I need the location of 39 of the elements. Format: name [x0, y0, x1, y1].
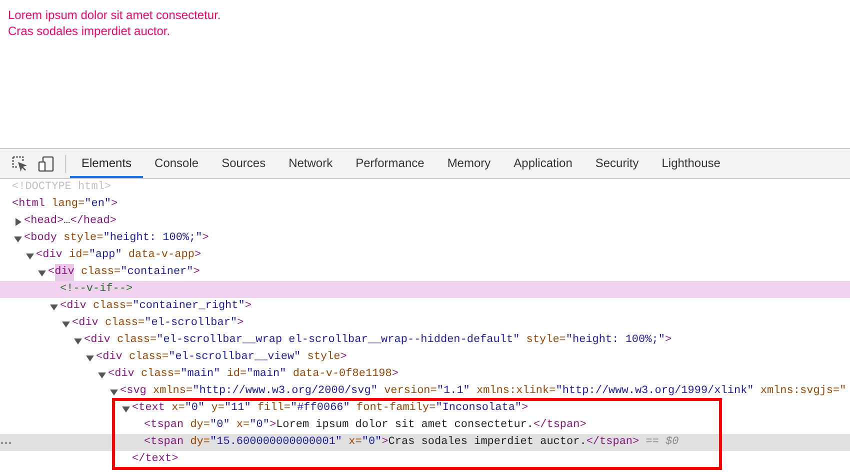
tab[interactable]: Elements [70, 149, 144, 178]
tab[interactable]: Sources [210, 149, 278, 178]
collapse-arrow-icon[interactable] [50, 302, 58, 310]
closing-tag-line[interactable]: </text> [0, 451, 850, 468]
more-icon[interactable] [1, 441, 11, 445]
collapse-arrow-icon[interactable] [74, 336, 82, 344]
inspect-icon[interactable] [12, 156, 28, 172]
collapse-arrow-icon[interactable] [62, 320, 70, 328]
tab[interactable]: Memory [436, 149, 502, 178]
dom-node-line[interactable]: <text x="0" y="11" fill="#ff0066" font-family="Inconsolata"> [0, 400, 850, 417]
expand-arrow-icon[interactable] [14, 218, 22, 226]
dom-node-line[interactable]: <div class="el-scrollbar__wrap el-scrollbar__wrap--hidden-default" style="height: 100%;"> [0, 332, 850, 349]
tab[interactable]: Security [584, 149, 650, 178]
svg-text-line: Lorem ipsum dolor sit amet consectetur. [8, 7, 221, 23]
collapse-arrow-icon[interactable] [98, 370, 106, 378]
dom-node-line[interactable]: <tspan dy="0" x="0">Lorem ipsum dolor sit amet consectetur.</tspan> [0, 417, 850, 434]
dom-node-line[interactable]: <head>…</head> [0, 213, 850, 230]
device-icon[interactable] [38, 156, 54, 172]
dom-node-line[interactable]: <div class="container_right"> [0, 298, 850, 315]
dom-node-line[interactable]: <div id="app" data-v-app> [0, 247, 850, 264]
dom-node-line[interactable]: <html lang="en"> [0, 196, 850, 213]
dom-node-line[interactable]: <svg xmlns="http://www.w3.org/2000/svg" version="1.1" xmlns:xlink="http://www.w3.org/1999/xlink" xmlns:svgjs=" [0, 383, 850, 400]
dom-node-line[interactable]: <div class="container"> [0, 264, 850, 281]
tab[interactable]: Performance [344, 149, 436, 178]
dom-node-line[interactable]: <div class="el-scrollbar"> [0, 315, 850, 332]
collapse-arrow-icon[interactable] [38, 268, 46, 276]
tab[interactable]: Network [277, 149, 344, 178]
tab[interactable]: Console [143, 149, 210, 178]
collapse-arrow-icon[interactable] [122, 404, 130, 412]
collapse-arrow-icon[interactable] [86, 354, 94, 362]
collapse-arrow-icon[interactable] [26, 252, 34, 260]
tab[interactable]: Lighthouse [650, 149, 732, 178]
svg-text-line: Cras sodales imperdiet auctor. [8, 23, 170, 39]
dom-node-line[interactable]: <div class="el-scrollbar__view" style> [0, 349, 850, 366]
collapse-arrow-icon[interactable] [14, 234, 22, 242]
collapse-arrow-icon[interactable] [110, 388, 118, 396]
dom-node-line[interactable]: <body style="height: 100%;"> [0, 230, 850, 247]
dom-node-line[interactable]: <div class="main" id="main" data-v-0f8e1198> [0, 366, 850, 383]
tab[interactable]: Application [502, 149, 584, 178]
